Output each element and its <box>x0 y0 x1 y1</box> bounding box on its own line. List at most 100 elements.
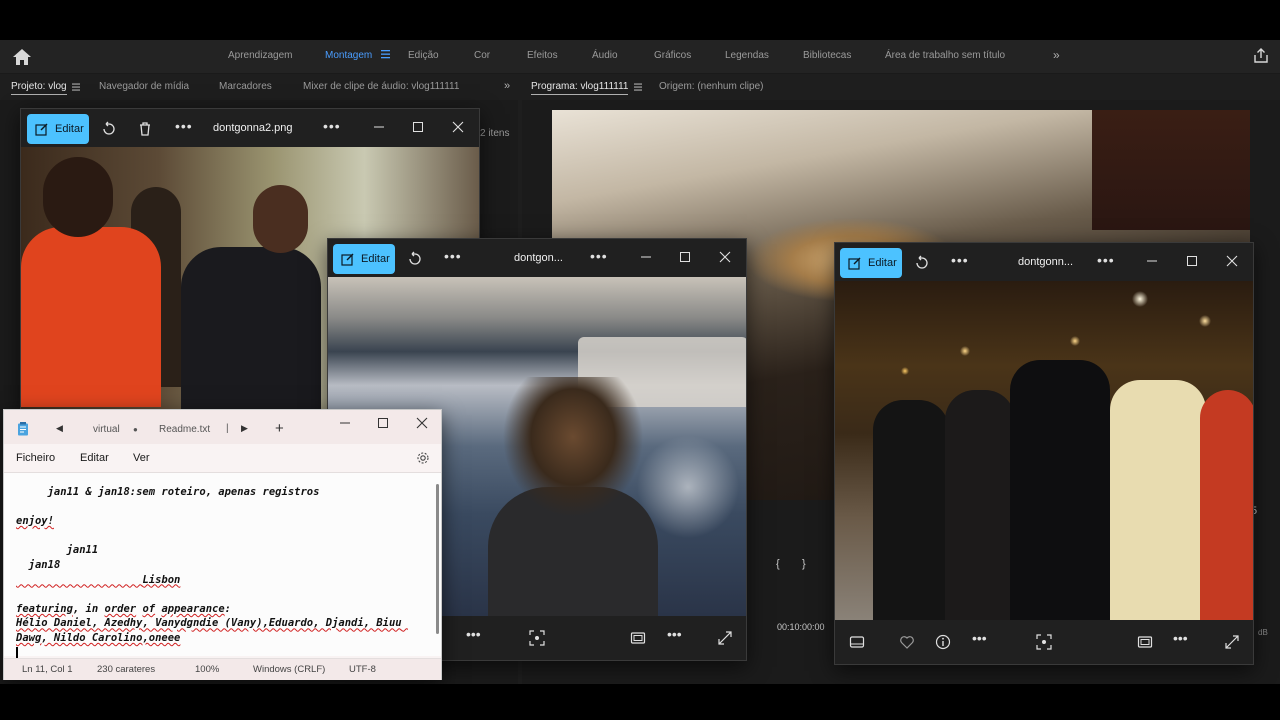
rotate-icon[interactable] <box>407 251 423 267</box>
fullscreen-icon[interactable] <box>717 630 733 646</box>
text-editor[interactable]: jan11 & jan18:sem roteiro, apenas regist… <box>4 472 441 659</box>
tab-readme[interactable]: Readme.txt <box>159 424 210 435</box>
settings-gear-icon[interactable] <box>416 451 430 465</box>
mark-out-button[interactable]: } <box>802 558 806 570</box>
tab-scroll-left-icon[interactable]: ◀ <box>56 423 63 434</box>
title-more-icon[interactable]: ••• <box>323 118 341 134</box>
photo-figure <box>21 227 161 407</box>
workspace-menu-icon[interactable] <box>381 49 390 59</box>
rotate-icon[interactable] <box>914 255 930 271</box>
footer-more-icon[interactable]: ••• <box>972 630 987 646</box>
photo-figure <box>488 377 658 616</box>
minimize-icon[interactable] <box>372 120 386 134</box>
photo-figure <box>43 157 113 237</box>
title-more-icon[interactable]: ••• <box>1097 252 1115 268</box>
panel-menu-icon[interactable] <box>72 83 80 91</box>
menu-file[interactable]: Ficheiro <box>16 452 55 464</box>
workspace-tab-aprendizagem[interactable]: Aprendizagem <box>228 50 292 61</box>
tab-markers[interactable]: Marcadores <box>219 81 272 92</box>
edit-button[interactable]: Editar <box>840 248 902 278</box>
fit-window-icon[interactable] <box>1137 634 1153 650</box>
photo-figure <box>181 247 321 409</box>
notepad-menubar: Ficheiro Editar Ver <box>4 444 441 472</box>
minimize-icon[interactable] <box>338 416 352 430</box>
program-timecode[interactable]: 00:10:00:00 <box>777 622 825 632</box>
edit-label: Editar <box>55 123 84 135</box>
notepad-window: ◀ virtual ● Readme.txt | ▶ + Ficheiro Ed… <box>3 409 442 680</box>
workspace-tab-untitled[interactable]: Área de trabalho sem título <box>885 50 1005 61</box>
workspace-tabs: Aprendizagem Montagem Edição Cor Efeitos… <box>0 40 1280 74</box>
text-word: , in <box>72 602 105 615</box>
menu-view[interactable]: Ver <box>133 452 150 464</box>
workspace-tab-montagem[interactable]: Montagem <box>325 50 372 61</box>
edit-icon <box>35 123 48 136</box>
edit-label: Editar <box>361 253 390 265</box>
workspace-tab-cor[interactable]: Cor <box>474 50 490 61</box>
new-tab-button[interactable]: + <box>275 420 284 437</box>
share-icon[interactable] <box>1253 48 1269 64</box>
more-workspaces-button[interactable]: » <box>1053 48 1060 62</box>
info-icon[interactable] <box>935 634 951 650</box>
notepad-statusbar: Ln 11, Col 1 230 carateres 100% Windows … <box>4 658 441 680</box>
program-menu-icon[interactable] <box>634 83 642 91</box>
zoom-level[interactable]: 100% <box>195 664 219 675</box>
more-options-icon[interactable]: ••• <box>444 248 462 264</box>
workspace-tab-efeitos[interactable]: Efeitos <box>527 50 558 61</box>
more-options-icon[interactable]: ••• <box>175 118 193 134</box>
photos-window-3: Editar ••• dontgonn... ••• ••• ••• <box>834 242 1254 665</box>
menu-edit[interactable]: Editar <box>80 452 109 464</box>
close-icon[interactable] <box>415 416 429 430</box>
program-panel-tabs: Programa: vlog111111 Origem: (nenhum cli… <box>522 74 1280 100</box>
text-word: : <box>224 602 231 615</box>
tab-source-monitor[interactable]: Origem: (nenhum clipe) <box>659 81 763 92</box>
letterbox-top <box>0 0 1280 40</box>
fullscreen-icon[interactable] <box>1224 634 1240 650</box>
line-ending[interactable]: Windows (CRLF) <box>253 664 325 675</box>
photos-footer: ••• ••• <box>835 620 1253 664</box>
vertical-scrollbar[interactable] <box>436 484 439 634</box>
title-more-icon[interactable]: ••• <box>590 248 608 264</box>
footer-more-icon[interactable]: ••• <box>667 626 682 642</box>
workspace-tab-audio[interactable]: Áudio <box>592 50 618 61</box>
text-line: jan18 <box>16 558 61 571</box>
footer-more-icon[interactable]: ••• <box>466 626 481 642</box>
focus-icon[interactable] <box>1036 634 1052 650</box>
workspace-tab-edicao[interactable]: Edição <box>408 50 439 61</box>
tab-audio-clip-mixer[interactable]: Mixer de clipe de áudio: vlog111111 <box>303 81 459 92</box>
footer-more-icon[interactable]: ••• <box>1173 630 1188 646</box>
more-panels-button[interactable]: » <box>504 80 510 92</box>
maximize-icon[interactable] <box>411 120 425 134</box>
character-count: 230 carateres <box>97 664 156 675</box>
edit-button[interactable]: Editar <box>333 244 395 274</box>
more-options-icon[interactable]: ••• <box>951 252 969 268</box>
tab-media-browser[interactable]: Navegador de mídia <box>99 81 189 92</box>
workspace-tab-legendas[interactable]: Legendas <box>725 50 769 61</box>
close-icon[interactable] <box>718 250 732 264</box>
tab-program-monitor[interactable]: Programa: vlog111111 <box>531 81 629 95</box>
focus-icon[interactable] <box>529 630 545 646</box>
photos-titlebar: Editar ••• dontgonn... ••• <box>835 243 1253 281</box>
minimize-icon[interactable] <box>1145 254 1159 268</box>
maximize-icon[interactable] <box>678 250 692 264</box>
workspace-tab-bibliotecas[interactable]: Bibliotecas <box>803 50 851 61</box>
photos-title: dontgon... <box>514 252 563 264</box>
minimize-icon[interactable] <box>639 250 653 264</box>
photo-figure <box>1200 390 1253 620</box>
maximize-icon[interactable] <box>1185 254 1199 268</box>
close-icon[interactable] <box>1225 254 1239 268</box>
maximize-icon[interactable] <box>376 416 390 430</box>
mark-in-button[interactable]: { <box>776 558 780 570</box>
tab-scroll-right-icon[interactable]: ▶ <box>241 423 248 434</box>
filmstrip-icon[interactable] <box>849 634 865 650</box>
fit-window-icon[interactable] <box>630 630 646 646</box>
tab-project[interactable]: Projeto: vlog <box>11 81 67 95</box>
workspace-tab-graficos[interactable]: Gráficos <box>654 50 691 61</box>
rotate-icon[interactable] <box>101 121 117 137</box>
tab-virtual[interactable]: virtual <box>93 424 120 435</box>
encoding[interactable]: UTF-8 <box>349 664 376 675</box>
favorite-heart-icon[interactable] <box>899 634 915 650</box>
delete-icon[interactable] <box>137 121 153 137</box>
edit-button[interactable]: Editar <box>27 114 89 144</box>
letterbox-bottom <box>0 684 1280 720</box>
close-icon[interactable] <box>451 120 465 134</box>
